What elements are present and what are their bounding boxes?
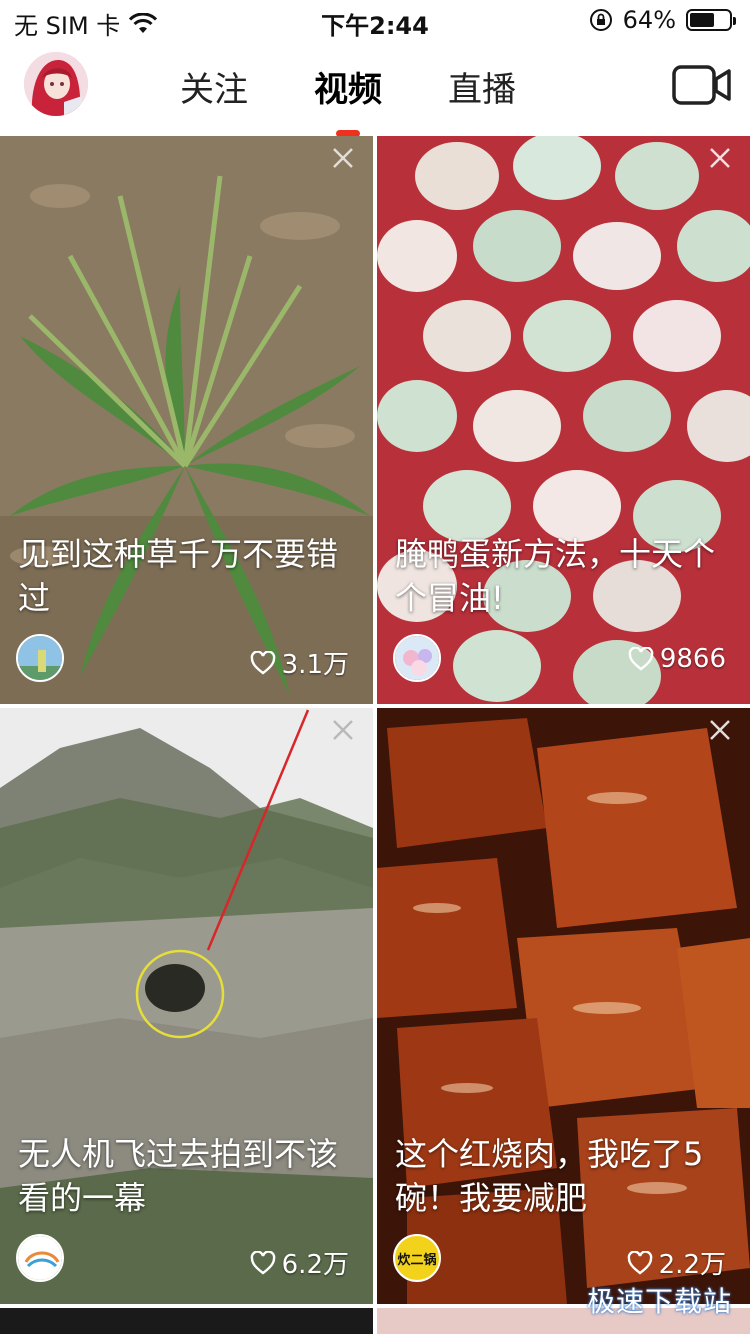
tab-follow-label: 关注 [180, 70, 248, 110]
tab-live[interactable]: 直播 [448, 62, 516, 111]
like-count-text: 6.2万 [281, 1250, 349, 1280]
video-card[interactable]: 这个红烧肉，我吃了5碗！我要减肥 炊二锅 2.2万 [377, 708, 750, 1304]
video-title: 无人机飞过去拍到不该看的一幕 [18, 1135, 339, 1217]
author-avatar[interactable]: 炊二锅 [393, 1234, 441, 1282]
video-title: 见到这种草千万不要错过 [18, 535, 339, 617]
like-count-text: 9866 [659, 644, 726, 674]
close-icon[interactable] [708, 718, 732, 742]
author-badge-text: 炊二锅 [397, 1252, 437, 1268]
user-avatar[interactable] [24, 52, 88, 116]
tab-video[interactable]: 视频 [314, 62, 382, 137]
battery-fill [690, 13, 715, 27]
status-right: 64% [589, 6, 736, 34]
video-card[interactable]: 见到这种草千万不要错过 3.1万 [0, 136, 373, 704]
tab-video-label: 视频 [314, 70, 382, 110]
close-icon[interactable] [331, 146, 355, 170]
author-avatar[interactable] [16, 634, 64, 682]
video-card[interactable] [0, 1308, 373, 1334]
like-count: 2.2万 [627, 1244, 726, 1281]
heart-icon [627, 1250, 652, 1275]
battery-icon [686, 9, 736, 31]
like-count-text: 3.1万 [281, 650, 349, 680]
close-icon[interactable] [708, 146, 732, 170]
video-card[interactable]: 腌鸭蛋新方法，十天个个冒油! 9866 [377, 136, 750, 704]
top-tabs: 关注 视频 直播 [180, 62, 516, 137]
close-icon[interactable] [331, 718, 355, 742]
battery-percent: 64% [622, 6, 676, 34]
like-count-text: 2.2万 [658, 1250, 726, 1280]
like-count: 3.1万 [250, 644, 349, 681]
heart-icon [628, 647, 654, 671]
author-avatar[interactable] [393, 634, 441, 682]
heart-icon [250, 1250, 275, 1275]
video-card[interactable]: 无人机飞过去拍到不该看的一幕 6.2万 [0, 708, 373, 1304]
tab-live-label: 直播 [448, 70, 516, 110]
orientation-lock-icon [589, 9, 612, 31]
heart-icon [250, 650, 275, 675]
header: 关注 视频 直播 [0, 44, 750, 137]
video-title: 腌鸭蛋新方法，十天个个冒油! [395, 535, 716, 617]
watermark: 极速下载站 [586, 1285, 732, 1318]
author-avatar[interactable] [16, 1234, 64, 1282]
status-bar: 无 SIM 卡 下午2:44 64% [0, 0, 750, 40]
video-camera-icon[interactable] [672, 64, 732, 106]
tab-follow[interactable]: 关注 [180, 62, 248, 111]
like-count: 6.2万 [250, 1244, 349, 1281]
like-count: 9866 [628, 644, 726, 674]
video-title: 这个红烧肉，我吃了5碗！我要减肥 [395, 1135, 704, 1217]
